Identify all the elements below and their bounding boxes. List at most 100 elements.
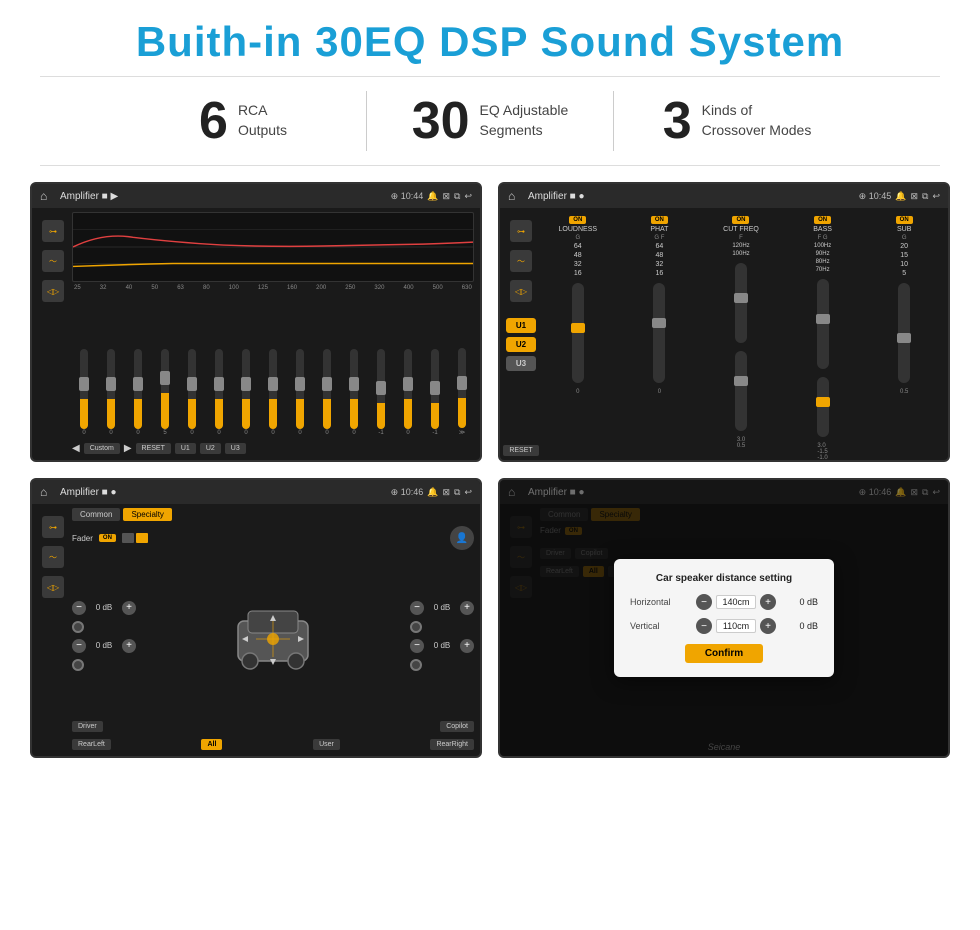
sc3-minus-4[interactable]: − <box>410 639 424 653</box>
sc2-home-icon: ⌂ <box>508 189 522 203</box>
sc3-sidebar-icon2[interactable]: 〜 <box>42 546 64 568</box>
sc3-speaker-icon-1 <box>72 621 84 633</box>
sc1-slider-12[interactable]: -1 <box>369 349 393 436</box>
sc1-slider-1[interactable]: 0 <box>72 349 96 436</box>
sc1-title: Amplifier ■ ▶ <box>60 191 385 202</box>
sc3-back-icon: ↩ <box>464 487 472 498</box>
sc2-sidebar-icon3[interactable]: ◁▷ <box>510 280 532 302</box>
sc3-plus-4[interactable]: + <box>460 639 474 653</box>
sc1-sidebar-icon1[interactable]: ⊶ <box>42 220 64 242</box>
sc4-horizontal-minus[interactable]: − <box>696 594 712 610</box>
sc2-cutfreq-slider2[interactable] <box>735 351 747 431</box>
sc3-speaker-icon-2 <box>72 659 84 671</box>
sc1-back-icon: ↩ <box>464 191 472 202</box>
sc1-slider-4[interactable]: 5 <box>153 349 177 436</box>
sc4-dialog-box: Car speaker distance setting Horizontal … <box>614 559 834 677</box>
sc1-slider-13[interactable]: 0 <box>396 349 420 436</box>
sc4-horizontal-label: Horizontal <box>630 597 690 607</box>
sc1-slider-11[interactable]: 0 <box>342 349 366 436</box>
sc3-icons: ⊕ 10:46 🔔 ⊠ ⧉ ↩ <box>391 487 472 498</box>
sc2-bass-slider1[interactable] <box>817 279 829 369</box>
sc1-home-icon: ⌂ <box>40 189 54 203</box>
stat-text-crossover: Kinds ofCrossover Modes <box>702 101 812 140</box>
sc2-loudness-slider[interactable] <box>572 283 584 383</box>
sc1-prev-button[interactable]: ◀ <box>72 443 80 454</box>
sc3-time: ⊕ 10:46 <box>391 487 424 498</box>
sc3-sidebar-icon3[interactable]: ◁▷ <box>42 576 64 598</box>
sc3-fader-bar2 <box>136 533 148 543</box>
header-section: Buith-in 30EQ DSP Sound System <box>0 0 980 76</box>
sc1-bottom-bar: ◀ Custom ▶ RESET U1 U2 U3 <box>72 441 474 456</box>
sc2-reset-btn[interactable]: RESET <box>503 445 538 456</box>
sc2-cutfreq-slider1[interactable] <box>735 263 747 343</box>
sc1-slider-15[interactable]: ≫ <box>450 348 474 436</box>
sc3-plus-2[interactable]: + <box>122 639 136 653</box>
sc3-copilot-btn[interactable]: Copilot <box>440 721 474 732</box>
sc1-slider-2[interactable]: 0 <box>99 349 123 436</box>
sc1-u1-button[interactable]: U1 <box>175 443 196 454</box>
sc3-db-row-4: − 0 dB + <box>410 639 474 653</box>
stat-number-eq: 30 <box>412 95 470 147</box>
sc2-sidebar-icon2[interactable]: 〜 <box>510 250 532 272</box>
sc1-reset-button[interactable]: RESET <box>136 443 171 454</box>
sc2-sidebar-icon1[interactable]: ⊶ <box>510 220 532 242</box>
sc3-tabs: Common Specialty <box>72 508 474 521</box>
sc1-icon1: 🔔 <box>427 191 438 202</box>
sc1-slider-14[interactable]: -1 <box>423 349 447 436</box>
sc1-sidebar-icon3[interactable]: ◁▷ <box>42 280 64 302</box>
sc3-common-tab[interactable]: Common <box>72 508 120 521</box>
sc2-u2-btn[interactable]: U2 <box>506 337 536 352</box>
sc3-rearleft-btn[interactable]: RearLeft <box>72 739 111 750</box>
sc2-icon2: ⊠ <box>910 191 918 202</box>
sc4-confirm-button[interactable]: Confirm <box>685 644 763 663</box>
sc2-u3-btn[interactable]: U3 <box>506 356 536 371</box>
sc3-all-btn[interactable]: All <box>201 739 222 750</box>
sc1-icons: ⊕ 10:44 🔔 ⊠ ⧉ ↩ <box>391 191 472 202</box>
sc1-u3-button[interactable]: U3 <box>225 443 246 454</box>
sc3-sidebar-icon1[interactable]: ⊶ <box>42 516 64 538</box>
sc2-loudness-col: ON LOUDNESS G 64 48 32 16 0 <box>540 216 616 395</box>
sc3-minus-2[interactable]: − <box>72 639 86 653</box>
sc3-specialty-tab[interactable]: Specialty <box>123 508 171 521</box>
sc1-time: ⊕ 10:44 <box>391 191 424 202</box>
sc3-db-row-3: − 0 dB + <box>410 601 474 615</box>
stat-eq: 30 EQ AdjustableSegments <box>367 87 613 155</box>
sc3-plus-3[interactable]: + <box>460 601 474 615</box>
sc4-vertical-label: Vertical <box>630 621 690 631</box>
sc1-slider-7[interactable]: 0 <box>234 349 258 436</box>
sc3-user-btn[interactable]: User <box>313 739 340 750</box>
sc2-u1-btn[interactable]: U1 <box>506 318 536 333</box>
sc1-next-button[interactable]: ▶ <box>124 443 132 454</box>
sc3-on-badge: ON <box>99 534 116 542</box>
sc2-phat-slider[interactable] <box>653 283 665 383</box>
sc1-slider-8[interactable]: 0 <box>261 349 285 436</box>
sc1-icon3: ⧉ <box>454 191 460 202</box>
sc1-u2-button[interactable]: U2 <box>200 443 221 454</box>
sc1-sidebar-icon2[interactable]: 〜 <box>42 250 64 272</box>
sc3-minus-3[interactable]: − <box>410 601 424 615</box>
sc1-slider-5[interactable]: 0 <box>180 349 204 436</box>
sc3-plus-1[interactable]: + <box>122 601 136 615</box>
sc3-bottom-row-2: RearLeft All User RearRight <box>72 737 474 752</box>
sc4-vertical-minus[interactable]: − <box>696 618 712 634</box>
sc1-slider-6[interactable]: 0 <box>207 349 231 436</box>
sc3-title: Amplifier ■ ● <box>60 487 385 498</box>
sc3-profile-icon[interactable]: 👤 <box>450 526 474 550</box>
sc3-rearright-btn[interactable]: RearRight <box>430 739 474 750</box>
sc2-sub-slider[interactable] <box>898 283 910 383</box>
sc3-driver-btn[interactable]: Driver <box>72 721 103 732</box>
stat-rca: 6 RCAOutputs <box>120 87 366 155</box>
sc4-horizontal-plus[interactable]: + <box>760 594 776 610</box>
sc3-icon3: ⧉ <box>454 487 460 498</box>
sc1-slider-10[interactable]: 0 <box>315 349 339 436</box>
sc1-slider-9[interactable]: 0 <box>288 349 312 436</box>
sc1-slider-3[interactable]: 0 <box>126 349 150 436</box>
sc3-fader-right: − 0 dB + − 0 dB + <box>410 601 474 671</box>
sc3-home-icon: ⌂ <box>40 485 54 499</box>
sc2-bass-slider2[interactable] <box>817 377 829 437</box>
sc3-minus-1[interactable]: − <box>72 601 86 615</box>
sc2-bass-col: ON BASS F G 100Hz 90Hz 80Hz 70Hz <box>785 216 861 461</box>
sc1-custom-button[interactable]: Custom <box>84 443 120 454</box>
sc4-vertical-plus[interactable]: + <box>760 618 776 634</box>
screenshots-grid: ⌂ Amplifier ■ ▶ ⊕ 10:44 🔔 ⊠ ⧉ ↩ ⊶ 〜 ◁▷ <box>0 166 980 768</box>
